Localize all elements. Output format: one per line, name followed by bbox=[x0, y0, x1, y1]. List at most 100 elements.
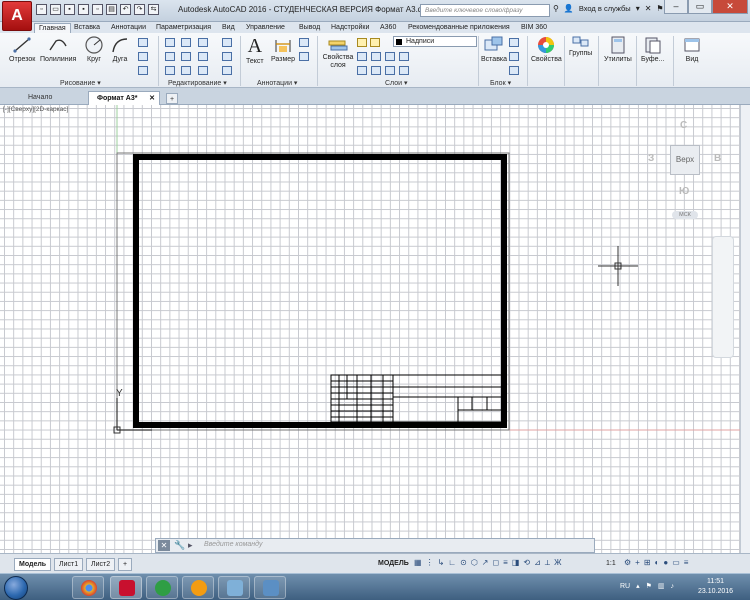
viewcube-south[interactable]: Ю bbox=[679, 186, 689, 197]
navigation-bar[interactable] bbox=[712, 236, 734, 358]
vertical-scrollbar[interactable] bbox=[740, 105, 750, 553]
connect-icon[interactable]: ⚑ bbox=[656, 4, 663, 13]
fillet-icon[interactable] bbox=[198, 52, 208, 61]
layer-tool-7-icon[interactable] bbox=[385, 66, 395, 75]
annotation-visibility-icon[interactable]: Ж bbox=[554, 558, 561, 568]
circle-tool[interactable]: Круг bbox=[84, 36, 104, 63]
viewcube-north[interactable]: С bbox=[680, 120, 687, 131]
grid-icon[interactable]: ▦ bbox=[414, 558, 422, 568]
quick-properties-icon[interactable]: ◐ bbox=[655, 558, 660, 567]
clean-screen-icon[interactable]: ≡ bbox=[684, 558, 689, 567]
language-indicator[interactable]: RU bbox=[620, 583, 630, 590]
command-input[interactable]: Введите команду bbox=[204, 541, 262, 548]
ortho-icon[interactable]: ∟ bbox=[448, 558, 456, 568]
selection-cycling-icon[interactable]: ⟲ bbox=[523, 558, 530, 568]
leader-icon[interactable] bbox=[299, 38, 309, 47]
model-space-toggle[interactable]: МОДЕЛЬ bbox=[378, 560, 409, 567]
edit-block-icon[interactable] bbox=[509, 52, 519, 61]
layer-tool-3-icon[interactable] bbox=[385, 52, 395, 61]
tab-layout1[interactable]: Лист1 bbox=[54, 558, 84, 571]
dynamic-ucs-icon[interactable]: ⟂ bbox=[545, 558, 550, 568]
tab-parametric[interactable]: Параметризация bbox=[152, 23, 215, 33]
tab-start[interactable]: Начало bbox=[20, 91, 60, 105]
flag-icon[interactable]: ⚑ bbox=[646, 582, 652, 590]
hatch-icon[interactable] bbox=[138, 52, 148, 61]
annotation-scale[interactable]: 1:1 bbox=[606, 560, 616, 567]
layer-tool-8-icon[interactable] bbox=[399, 66, 409, 75]
insert-block-tool[interactable]: Вставка bbox=[481, 36, 507, 63]
table-icon[interactable] bbox=[299, 52, 309, 61]
object-track-icon[interactable]: ↗ bbox=[482, 558, 489, 568]
properties-tool[interactable]: Свойства bbox=[531, 36, 562, 63]
taskbar-chrome[interactable] bbox=[72, 576, 104, 599]
exchange-icon[interactable]: ✕ bbox=[645, 4, 652, 13]
3d-osnap-icon[interactable]: ⊿ bbox=[534, 558, 541, 568]
tab-manage[interactable]: Управление bbox=[242, 23, 289, 33]
plot-icon[interactable]: ▤ bbox=[106, 4, 117, 15]
layer-tool-1-icon[interactable] bbox=[357, 52, 367, 61]
layer-properties-tool[interactable]: Свойства слоя bbox=[322, 40, 354, 70]
tab-bim360[interactable]: BIM 360 bbox=[517, 23, 551, 33]
workspace-gear-icon[interactable]: ⚙ bbox=[624, 558, 631, 567]
new-file-icon[interactable]: ▫ bbox=[36, 4, 47, 15]
osnap-icon[interactable]: ◻ bbox=[493, 558, 500, 568]
new-tab-button[interactable]: + bbox=[166, 93, 179, 104]
minimize-icon[interactable]: – bbox=[664, 0, 688, 14]
utilities-tool[interactable]: Утилиты bbox=[604, 36, 632, 63]
annotation-panel-label[interactable]: Аннотации ▾ bbox=[257, 79, 297, 87]
tab-a360[interactable]: A360 bbox=[376, 23, 400, 33]
isolate-objects-icon[interactable]: ● bbox=[663, 558, 668, 567]
save-as-icon[interactable]: ▪ bbox=[78, 4, 89, 15]
annotation-monitor-icon[interactable]: + bbox=[635, 558, 640, 567]
taskbar-app6[interactable] bbox=[254, 576, 286, 599]
viewcube-top-face[interactable]: Верх bbox=[670, 145, 700, 175]
add-layout-button[interactable]: + bbox=[118, 558, 133, 571]
tab-drawing-a3[interactable]: Формат А3* ✕ bbox=[88, 91, 160, 105]
sun-icon[interactable] bbox=[370, 38, 380, 47]
redo-icon[interactable]: ↷ bbox=[134, 4, 145, 15]
clipboard-tool[interactable]: Буфе... bbox=[641, 36, 664, 63]
tab-layout2[interactable]: Лист2 bbox=[86, 558, 116, 571]
tab-model[interactable]: Модель bbox=[14, 558, 52, 571]
stretch-icon[interactable] bbox=[165, 66, 175, 75]
dimension-tool[interactable]: Размер bbox=[271, 36, 295, 63]
infer-icon[interactable]: ↳ bbox=[438, 558, 445, 568]
signin-button[interactable]: Вход в службы bbox=[579, 4, 631, 13]
erase-icon[interactable] bbox=[222, 38, 232, 47]
modify-panel-label[interactable]: Редактирование ▾ bbox=[168, 79, 227, 87]
application-menu-button[interactable]: A bbox=[2, 1, 32, 31]
open-file-icon[interactable]: ▭ bbox=[50, 4, 61, 15]
share-icon[interactable]: ⇆ bbox=[148, 4, 159, 15]
block-panel-label[interactable]: Блок ▾ bbox=[490, 79, 511, 87]
create-block-icon[interactable] bbox=[509, 38, 519, 47]
command-settings-icon[interactable]: 🔧 bbox=[174, 540, 185, 551]
polyline-tool[interactable]: Полилиния bbox=[40, 36, 76, 63]
taskbar-app5[interactable] bbox=[218, 576, 250, 599]
tab-home[interactable]: Главная bbox=[34, 23, 71, 33]
explode-icon[interactable] bbox=[222, 52, 232, 61]
trim-icon[interactable] bbox=[198, 38, 208, 47]
command-line[interactable]: ✕ 🔧 ▸ Введите команду bbox=[155, 538, 595, 553]
layers-panel-label[interactable]: Слои ▾ bbox=[385, 79, 407, 87]
snap-icon[interactable]: ⋮ bbox=[426, 558, 434, 568]
taskbar-app4[interactable] bbox=[182, 576, 214, 599]
layer-tool-6-icon[interactable] bbox=[371, 66, 381, 75]
array-icon[interactable] bbox=[198, 66, 208, 75]
viewcube-west[interactable]: З bbox=[648, 153, 654, 164]
layer-tool-5-icon[interactable] bbox=[357, 66, 367, 75]
copy-icon[interactable] bbox=[165, 52, 175, 61]
close-window-icon[interactable]: ✕ bbox=[712, 0, 748, 14]
scale-icon[interactable] bbox=[181, 66, 191, 75]
web-mobile-icon[interactable]: ▫ bbox=[92, 4, 103, 15]
ucs-menu[interactable]: МСК bbox=[672, 211, 698, 219]
units-icon[interactable]: ⊞ bbox=[644, 558, 651, 567]
layer-tool-2-icon[interactable] bbox=[371, 52, 381, 61]
taskbar-autocad[interactable] bbox=[110, 576, 142, 599]
layer-dropdown[interactable]: Надписи bbox=[393, 36, 477, 47]
tab-insert[interactable]: Вставка bbox=[70, 23, 104, 33]
clock[interactable]: 11:51 23.10.2016 bbox=[698, 577, 733, 597]
block-attributes-icon[interactable] bbox=[509, 66, 519, 75]
gradient-icon[interactable] bbox=[138, 66, 148, 75]
tray-up-icon[interactable]: ▴ bbox=[636, 582, 640, 590]
rectangle-icon[interactable] bbox=[138, 38, 148, 47]
